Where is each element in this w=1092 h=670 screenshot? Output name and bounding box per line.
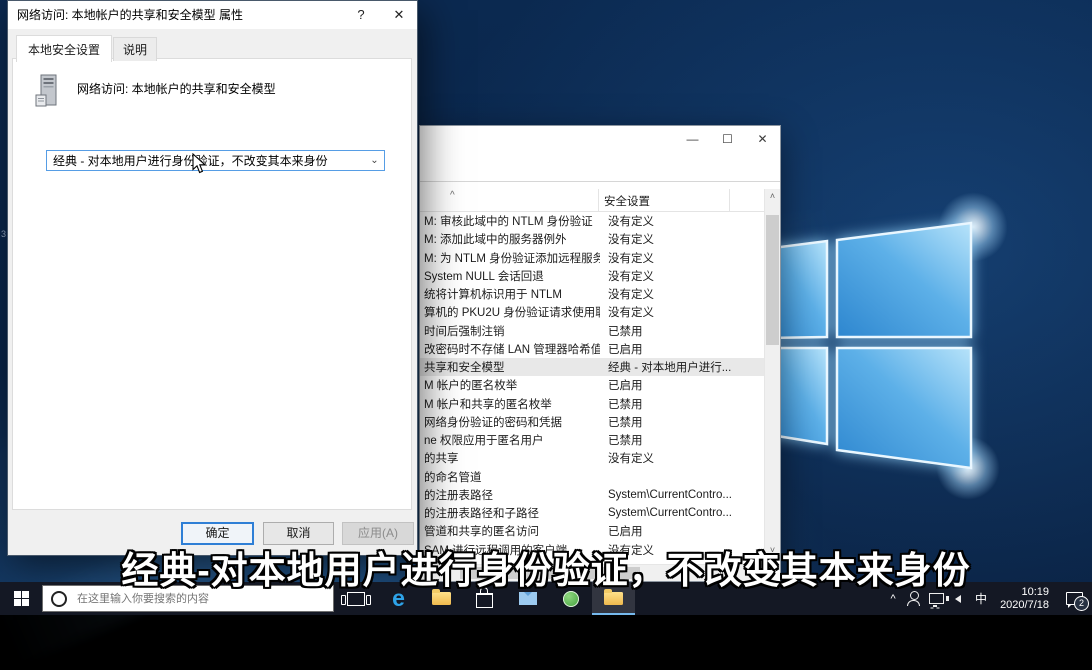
properties-dialog: 网络访问: 本地帐户的共享和安全模型 属性 ? ✕ 本地安全设置 说明 网络访问… [7,0,418,556]
close-icon[interactable]: ✕ [384,1,414,29]
policy-name: M: 为 NTLM 身份验证添加远程服务器... [420,250,600,266]
policy-name: 算机的 PKU2U 身份验证请求使用联... [420,304,600,320]
policy-name: 的注册表路径 [420,487,600,503]
policy-value: 没有定义 [600,231,654,247]
store-bag-icon [476,593,493,608]
policy-value: 已禁用 [600,432,643,448]
policy-value: 已启用 [600,341,643,357]
security-setting-dropdown[interactable]: 经典 - 对本地用户进行身份验证，不改变其本来身份 ⌄ [46,150,385,171]
policy-value: 已启用 [600,523,643,539]
policy-row[interactable]: 算机的 PKU2U 身份验证请求使用联... 没有定义 [420,303,764,321]
policy-row[interactable]: 网络身份验证的密码和凭据 已禁用 [420,413,764,431]
column-divider [729,189,730,211]
vertical-scrollbar[interactable]: ˄ ˅ [764,189,780,559]
policy-name: ne 权限应用于匿名用户 [420,432,600,448]
policy-value: 已禁用 [600,414,643,430]
policy-list: M: 审核此域中的 NTLM 身份验证 没有定义 M: 添加此域中的服务器例外 … [420,212,764,559]
policy-row[interactable]: 的注册表路径和子路径 System\CurrentContro... [420,504,764,522]
policy-name: M 帐户和共享的匿名枚举 [420,396,600,412]
policy-name: M 帐户的匿名枚举 [420,377,600,393]
policy-name: 共享和安全模型 [420,359,600,375]
chevron-down-icon: ⌄ [365,155,384,166]
maximize-icon[interactable]: ☐ [710,126,745,152]
scrollbar-thumb[interactable] [766,215,779,345]
policy-value: 没有定义 [600,304,654,320]
policy-value: 没有定义 [600,268,654,284]
policy-row[interactable]: M: 审核此域中的 NTLM 身份验证 没有定义 [420,212,764,230]
dialog-titlebar: 网络访问: 本地帐户的共享和安全模型 属性 ? ✕ [8,1,417,29]
dropdown-value: 经典 - 对本地用户进行身份验证，不改变其本来身份 [53,152,328,169]
policy-value: 没有定义 [600,213,654,229]
policy-row[interactable]: 统将计算机标识用于 NTLM 没有定义 [420,285,764,303]
policy-value: 没有定义 [600,286,654,302]
policy-value: System\CurrentContro... [600,489,732,501]
monitor-icon [929,593,944,604]
policy-row[interactable]: 的注册表路径 System\CurrentContro... [420,486,764,504]
policy-name: 改密码时不存储 LAN 管理器哈希值 [420,341,600,357]
minimize-icon[interactable]: — [675,126,710,152]
policy-row[interactable]: 改密码时不存储 LAN 管理器哈希值 已启用 [420,340,764,358]
policy-name-label: 网络访问: 本地帐户的共享和安全模型 [77,80,276,97]
policy-row[interactable]: M 帐户的匿名枚举 已启用 [420,376,764,394]
policy-value: 没有定义 [600,450,654,466]
policy-value: 没有定义 [600,250,654,266]
policy-row[interactable]: 的命名管道 [420,468,764,486]
policy-name: 时间后强制注销 [420,323,600,339]
window-toolbar [420,152,780,182]
policy-name: System NULL 会话回退 [420,268,600,284]
sort-ascending-icon: ^ [450,190,455,201]
window-titlebar: — ☐ ✕ [420,126,780,152]
policy-name: 的共享 [420,450,600,466]
show-hidden-icons-button[interactable]: ^ [883,593,903,605]
mouse-cursor [192,153,206,174]
policy-name: 的命名管道 [420,469,600,485]
windows-logo [757,196,987,486]
policy-name: M: 审核此域中的 NTLM 身份验证 [420,213,600,229]
policy-name: 管道和共享的匿名访问 [420,523,600,539]
policy-value: 已禁用 [600,323,643,339]
video-subtitle: 经典-对本地用户进行身份验证，不改变其本来身份 [0,540,1092,594]
date: 2020/7/18 [1000,599,1049,612]
list-header[interactable]: ^ 安全设置 [420,189,764,212]
policy-name: 网络身份验证的密码和凭据 [420,414,600,430]
tab-explain[interactable]: 说明 [113,37,157,61]
column-divider [598,189,599,211]
scroll-up-icon[interactable]: ˄ [765,189,780,205]
dialog-title: 网络访问: 本地帐户的共享和安全模型 属性 [17,1,243,29]
desktop-icon-fragment: 3 [1,229,6,239]
notification-badge: 2 [1074,596,1089,611]
policy-row[interactable]: M: 添加此域中的服务器例外 没有定义 [420,230,764,248]
column-header-security-setting[interactable]: 安全设置 [604,193,650,209]
policy-row[interactable]: 管道和共享的匿名访问 已启用 [420,522,764,540]
close-icon[interactable]: ✕ [745,126,780,152]
policy-row[interactable]: 的共享 没有定义 [420,449,764,467]
policy-name: 统将计算机标识用于 NTLM [420,286,600,302]
policy-setting-icon [33,73,63,109]
policy-row[interactable]: M 帐户和共享的匿名枚举 已禁用 [420,395,764,413]
policy-value: 已禁用 [600,396,643,412]
policy-row[interactable]: 时间后强制注销 已禁用 [420,322,764,340]
policy-value: 已启用 [600,377,643,393]
policy-row[interactable]: M: 为 NTLM 身份验证添加远程服务器... 没有定义 [420,249,764,267]
policy-name: 的注册表路径和子路径 [420,505,600,521]
tab-strip: 本地安全设置 说明 [16,35,158,61]
policy-row[interactable]: 共享和安全模型 经典 - 对本地用户进行... [420,358,764,376]
help-icon[interactable]: ? [346,1,376,29]
tab-local-security-setting[interactable]: 本地安全设置 [16,35,112,62]
policy-name: M: 添加此域中的服务器例外 [420,231,600,247]
policy-value: System\CurrentContro... [600,507,732,519]
policy-row[interactable]: ne 权限应用于匿名用户 已禁用 [420,431,764,449]
policy-row[interactable]: System NULL 会话回退 没有定义 [420,267,764,285]
tab-page: 网络访问: 本地帐户的共享和安全模型 经典 - 对本地用户进行身份验证，不改变其… [12,58,412,510]
policy-value: 经典 - 对本地用户进行... [600,359,731,375]
local-security-policy-window: — ☐ ✕ ^ 安全设置 M: 审核此域中的 NTLM 身份验证 没有定义 M:… [419,125,781,582]
speaker-icon [955,595,961,603]
